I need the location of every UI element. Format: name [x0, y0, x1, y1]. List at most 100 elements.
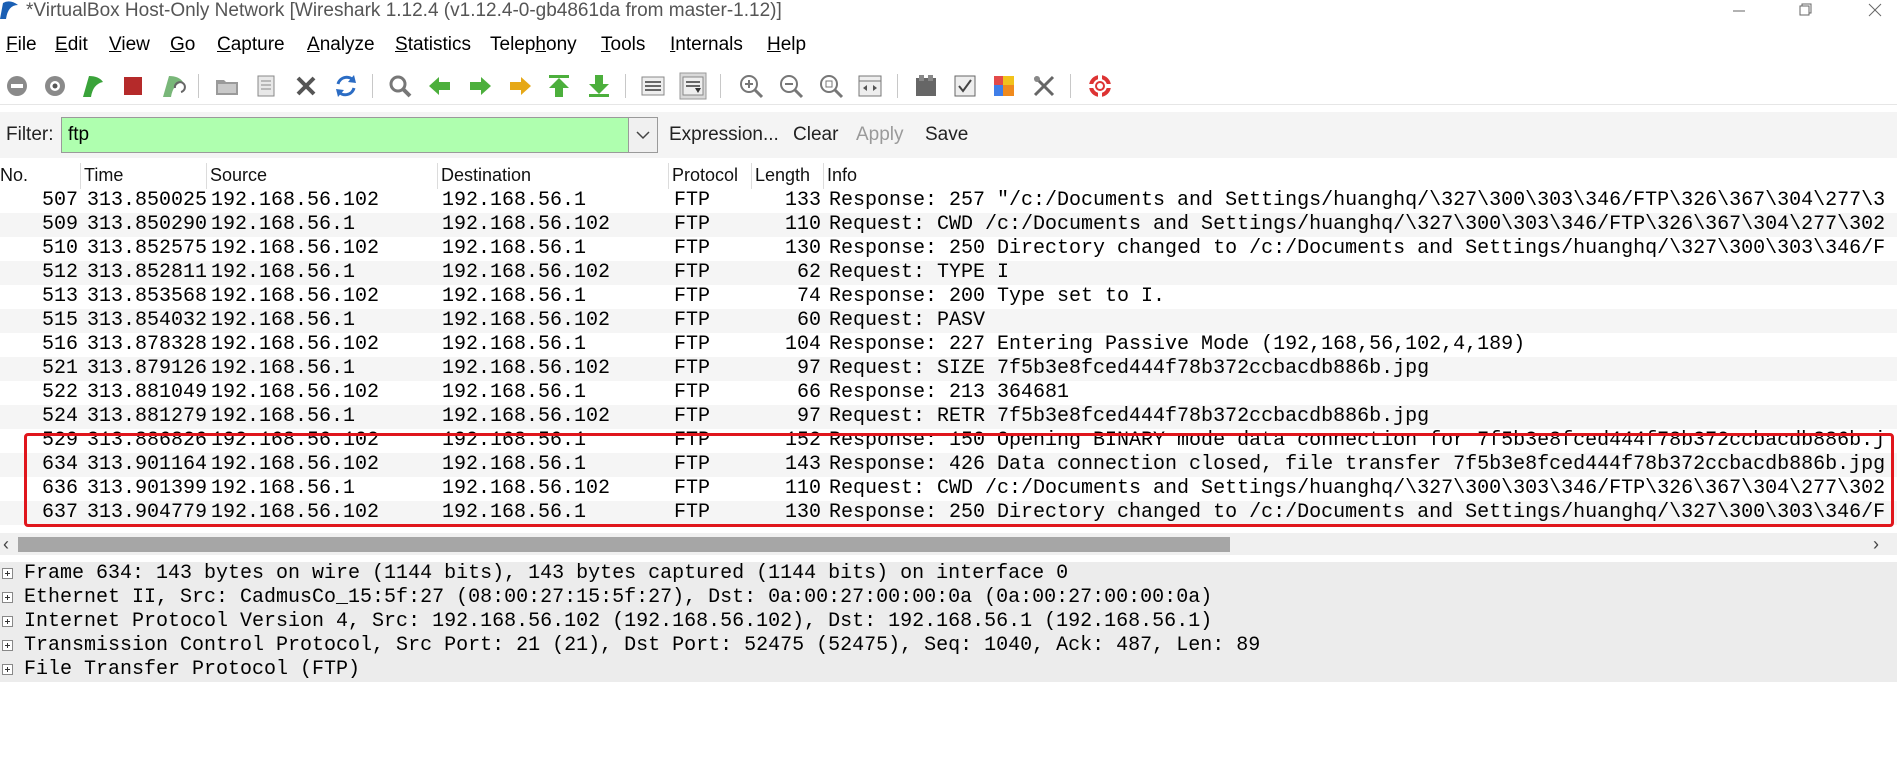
- table-row[interactable]: 507 313.850025 192.168.56.102 192.168.56.1 F…: [0, 189, 1897, 213]
- expand-icon[interactable]: [2, 616, 13, 627]
- reload-icon[interactable]: [332, 72, 360, 100]
- menu-statistics[interactable]: Statistics: [395, 34, 471, 56]
- capture-filters-icon[interactable]: [912, 72, 940, 100]
- filter-dropdown-button[interactable]: [629, 117, 658, 153]
- cell-dst: 192.168.56.1: [442, 381, 587, 404]
- filter-label: Filter:: [6, 124, 54, 145]
- restart-capture-icon[interactable]: [159, 72, 187, 100]
- table-row[interactable]: 513 313.853568 192.168.56.102 192.168.56.1 F…: [0, 285, 1897, 309]
- go-first-icon[interactable]: [545, 72, 573, 100]
- cell-len: 130: [784, 237, 821, 260]
- expand-icon[interactable]: [2, 640, 13, 651]
- go-forward-icon[interactable]: [466, 72, 494, 100]
- coloring-rules-icon[interactable]: [990, 72, 1018, 100]
- cell-proto: FTP: [674, 381, 711, 404]
- cell-len: 62: [796, 261, 821, 284]
- display-filters-icon[interactable]: [951, 72, 979, 100]
- cell-info: Request: CWD /c:/Documents and Settings/…: [829, 213, 1886, 236]
- cell-proto: FTP: [674, 405, 711, 428]
- menu-telephony[interactable]: Telephony: [490, 34, 577, 56]
- save-filter-button[interactable]: Save: [925, 124, 968, 146]
- column-header-source[interactable]: Source: [210, 165, 267, 186]
- close-window-icon[interactable]: [1853, 0, 1897, 22]
- detail-row-ethernet[interactable]: Ethernet II, Src: CadmusCo_15:5f:27 (08:…: [0, 586, 1897, 610]
- cell-len: 133: [784, 189, 821, 212]
- display-filter-input[interactable]: [61, 117, 629, 153]
- menu-edit[interactable]: Edit: [55, 34, 88, 56]
- table-row[interactable]: 512 313.852811 192.168.56.1 192.168.56.102 F…: [0, 261, 1897, 285]
- expand-icon[interactable]: [2, 592, 13, 603]
- column-header-time[interactable]: Time: [84, 165, 123, 186]
- go-back-icon[interactable]: [426, 72, 454, 100]
- apply-button[interactable]: Apply: [856, 124, 904, 146]
- help-icon[interactable]: [1086, 72, 1114, 100]
- cell-proto: FTP: [674, 189, 711, 212]
- restore-icon[interactable]: [1783, 0, 1827, 22]
- cell-dst: 192.168.56.102: [442, 357, 611, 380]
- menu-analyze[interactable]: Analyze: [307, 34, 375, 56]
- menu-internals[interactable]: Internals: [670, 34, 743, 56]
- close-file-icon[interactable]: [292, 72, 320, 100]
- table-row[interactable]: 516 313.878328 192.168.56.102 192.168.56.1 F…: [0, 333, 1897, 357]
- horizontal-scrollbar[interactable]: ‹ ›: [0, 533, 1897, 555]
- detail-row-ip[interactable]: Internet Protocol Version 4, Src: 192.16…: [0, 610, 1897, 634]
- minimize-icon[interactable]: [1717, 0, 1761, 22]
- zoom-out-icon[interactable]: [777, 72, 805, 100]
- highlight-annotation-box: [24, 433, 1894, 527]
- table-row[interactable]: 524 313.881279 192.168.56.1 192.168.56.102 F…: [0, 405, 1897, 429]
- menu-capture[interactable]: Capture: [217, 34, 285, 56]
- menu-help[interactable]: Help: [767, 34, 806, 56]
- table-row[interactable]: 515 313.854032 192.168.56.1 192.168.56.102 F…: [0, 309, 1897, 333]
- detail-row-ftp[interactable]: File Transfer Protocol (FTP): [0, 658, 1897, 682]
- column-header-protocol[interactable]: Protocol: [672, 165, 738, 186]
- table-row[interactable]: 509 313.850290 192.168.56.1 192.168.56.102 F…: [0, 213, 1897, 237]
- interface-list-icon[interactable]: [3, 72, 31, 100]
- column-header-info[interactable]: Info: [827, 165, 857, 186]
- zoom-normal-icon[interactable]: [817, 72, 845, 100]
- column-header-destination[interactable]: Destination: [441, 165, 531, 186]
- zoom-in-icon[interactable]: [737, 72, 765, 100]
- resize-columns-icon[interactable]: [856, 72, 884, 100]
- open-file-icon[interactable]: [213, 72, 241, 100]
- scrollbar-thumb[interactable]: [18, 537, 1230, 552]
- go-last-icon[interactable]: [585, 72, 613, 100]
- stop-capture-icon[interactable]: [119, 72, 147, 100]
- cell-time: 313.850290: [87, 213, 208, 236]
- cell-dst: 192.168.56.102: [442, 213, 611, 236]
- clear-button[interactable]: Clear: [793, 124, 838, 146]
- table-row[interactable]: 510 313.852575 192.168.56.102 192.168.56.1 F…: [0, 237, 1897, 261]
- preferences-icon[interactable]: [1030, 72, 1058, 100]
- capture-options-icon[interactable]: [41, 72, 69, 100]
- scroll-left-icon[interactable]: ‹: [3, 533, 9, 555]
- expand-icon[interactable]: [2, 568, 13, 579]
- colorize-icon[interactable]: [639, 72, 667, 100]
- save-file-icon[interactable]: [252, 72, 280, 100]
- menu-go[interactable]: Go: [170, 34, 195, 56]
- auto-scroll-icon[interactable]: [679, 72, 707, 100]
- menu-file[interactable]: File: [6, 34, 37, 56]
- column-header-no[interactable]: No.: [0, 165, 28, 186]
- cell-len: 104: [784, 333, 821, 356]
- filter-bar: Filter: Expression... Clear Apply Save: [0, 112, 1897, 158]
- cell-src: 192.168.56.102: [211, 333, 380, 356]
- find-packet-icon[interactable]: [386, 72, 414, 100]
- cell-src: 192.168.56.1: [211, 309, 356, 332]
- cell-info: Request: TYPE I: [829, 261, 1010, 284]
- menu-tools[interactable]: Tools: [601, 34, 645, 56]
- expression-button[interactable]: Expression...: [669, 124, 779, 146]
- start-capture-icon[interactable]: [79, 72, 107, 100]
- expand-icon[interactable]: [2, 664, 13, 675]
- menu-view[interactable]: View: [109, 34, 150, 56]
- table-row[interactable]: 522 313.881049 192.168.56.102 192.168.56.1 F…: [0, 381, 1897, 405]
- cell-time: 313.878328: [87, 333, 208, 356]
- cell-proto: FTP: [674, 309, 711, 332]
- cell-no: 515: [41, 309, 78, 332]
- table-row[interactable]: 521 313.879126 192.168.56.1 192.168.56.102 F…: [0, 357, 1897, 381]
- detail-row-frame[interactable]: Frame 634: 143 bytes on wire (1144 bits)…: [0, 562, 1897, 586]
- cell-src: 192.168.56.102: [211, 381, 380, 404]
- scroll-right-icon[interactable]: ›: [1873, 533, 1879, 555]
- chevron-down-icon: [636, 131, 650, 140]
- go-to-packet-icon[interactable]: [506, 72, 534, 100]
- detail-row-tcp[interactable]: Transmission Control Protocol, Src Port:…: [0, 634, 1897, 658]
- column-header-length[interactable]: Length: [755, 165, 810, 186]
